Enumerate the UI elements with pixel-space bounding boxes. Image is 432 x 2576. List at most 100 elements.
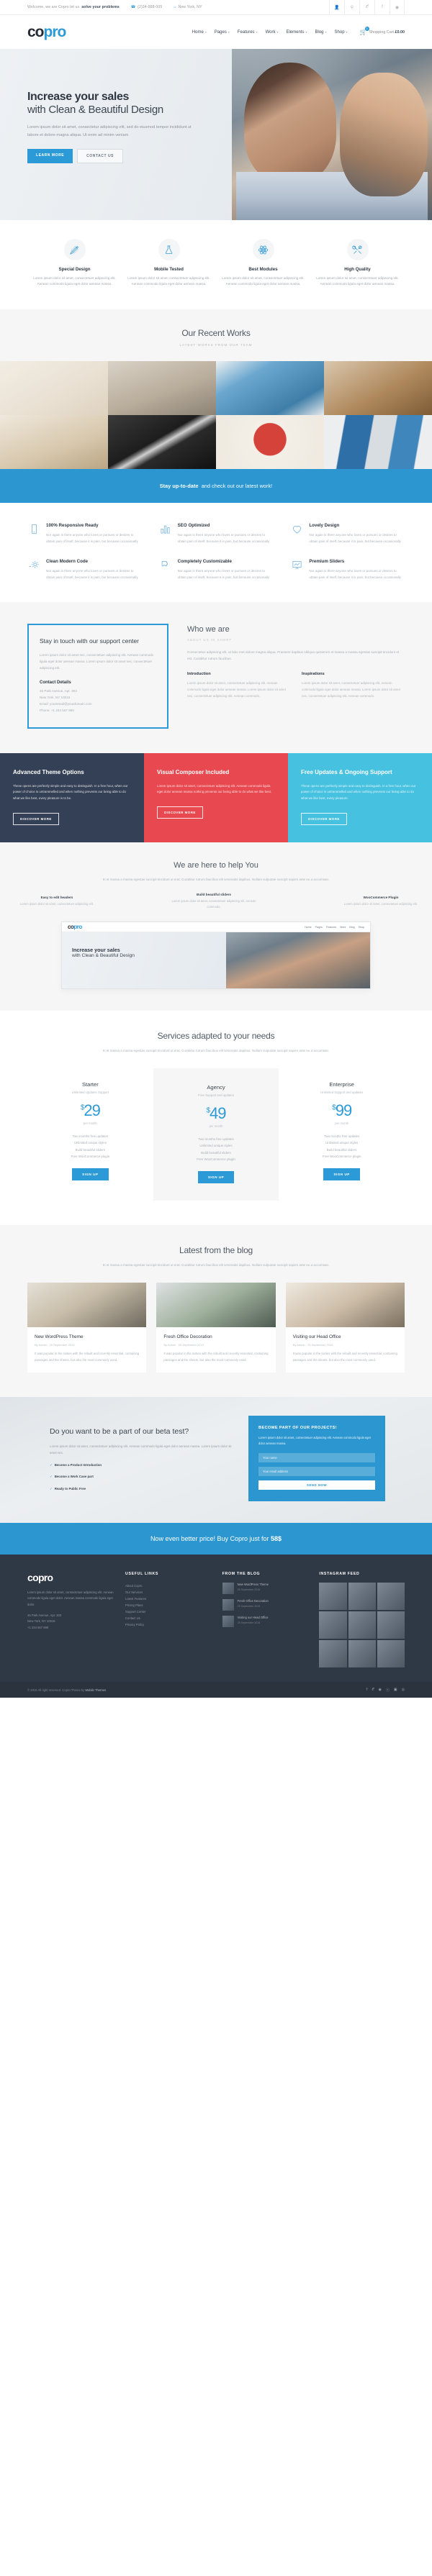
mockup-nav-item[interactable]: Home [305, 926, 312, 929]
nav-item-work[interactable]: Work ▾ [266, 30, 279, 35]
mockup-nav-item[interactable]: Shop [359, 926, 364, 929]
work-tile-brown-notebook[interactable] [324, 360, 432, 415]
annotation-title: WooCommerce Plugin [363, 896, 399, 900]
site-logo[interactable]: copro [27, 24, 66, 40]
footer-blog-post[interactable]: Fresh Office Decoration 25 September 2015 [222, 1598, 308, 1611]
footer-blog-post[interactable]: New WordPress Theme 25 September 2015 [222, 1582, 308, 1594]
discover-more-button[interactable]: DISCOVER MORE [13, 813, 59, 826]
instagram-thumb[interactable] [348, 1640, 376, 1668]
footer-logo[interactable]: copro [27, 1572, 114, 1583]
footer-link[interactable]: About Copro [125, 1583, 211, 1589]
discover-more-button[interactable]: DISCOVER MORE [301, 813, 347, 826]
twitter-icon[interactable]: 𝒪 [372, 1688, 374, 1693]
instagram-thumb[interactable] [319, 1640, 347, 1668]
chevron-down-icon: ▾ [256, 30, 258, 34]
feature-card-special-design: Special Design Lorem ipsum dolor sit ame… [27, 239, 122, 288]
footer-blog-post[interactable]: Visiting our Head Office 25 September 201… [222, 1615, 308, 1627]
send-now-button[interactable]: SEND NOW [258, 1480, 375, 1490]
mockup-nav-item[interactable]: Work [340, 926, 346, 929]
chevron-down-icon: ▾ [305, 30, 307, 34]
twitter-icon[interactable]: 𝒪 [359, 0, 374, 15]
work-tile-packaging-boxes[interactable] [0, 414, 108, 469]
post-thumbnail [222, 1582, 234, 1594]
nav-item-elements[interactable]: Elements ▾ [286, 30, 307, 35]
mockup-hero-title2: with Clean & Beautiful Design [72, 953, 135, 959]
post-title[interactable]: Visiting our Head Office [293, 1334, 397, 1339]
mockup-nav-item[interactable]: Features [326, 926, 336, 929]
name-input[interactable]: Your name [258, 1452, 375, 1462]
chevron-down-icon: ▾ [346, 30, 348, 34]
blog-post-card[interactable]: New WordPress Theme By Admin · 25 Septem… [27, 1283, 147, 1373]
rss-icon[interactable]: ◎ [402, 1688, 405, 1693]
instagram-grid [319, 1582, 405, 1668]
plan-period: per month [83, 1121, 97, 1126]
footer-post-title: Visiting our Head Office [237, 1615, 269, 1619]
nav-item-features[interactable]: Features ▾ [238, 30, 258, 35]
instagram-thumb[interactable] [377, 1611, 405, 1639]
annotation-text: Lorem ipsum dolor sit amet, consectetuer… [20, 902, 94, 906]
who-col-heading: Introduction [187, 672, 211, 677]
dribbble-icon[interactable]: ◉ [390, 0, 405, 15]
welcome-bold: solve your problems [81, 5, 120, 9]
instagram-thumb[interactable] [348, 1582, 376, 1610]
nav-item-blog[interactable]: Blog ▾ [315, 30, 327, 35]
who-col-introduction: Introduction Lorem ipsum dolor sit amet,… [187, 672, 290, 699]
signup-button[interactable]: SIGN UP [72, 1168, 109, 1181]
plan-starter: Starter Unlimited Updates Support $29 pe… [27, 1068, 153, 1201]
mockup-nav-item[interactable]: Pages [315, 926, 323, 929]
instagram-thumb[interactable] [319, 1582, 347, 1610]
footer-blog-heading: FROM THE BLOG [222, 1571, 261, 1576]
facebook-icon[interactable]: f [366, 1688, 367, 1693]
pinterest-icon[interactable]: ⓣ [386, 1688, 390, 1693]
contact-us-button[interactable]: CONTACT US [77, 148, 124, 163]
chevron-down-icon: ▾ [276, 30, 279, 34]
blog-post-card[interactable]: Visiting our Head Office By Admin · 25 S… [285, 1283, 405, 1373]
contact-email[interactable]: Email: youremail@yourdomain.com [40, 701, 156, 708]
post-title[interactable]: Fresh Office Decoration [163, 1334, 268, 1339]
work-tile-red-circle-print[interactable] [216, 414, 324, 469]
work-tile-blue-tshirt[interactable] [216, 360, 324, 415]
instagram-thumb[interactable] [319, 1611, 347, 1639]
box-title: Free Updates & Ongoing Support [301, 768, 392, 775]
footer-link[interactable]: Latest Features [125, 1596, 211, 1602]
nav-item-home[interactable]: Home ▾ [192, 30, 207, 35]
search-icon[interactable]: ⚲ [344, 0, 359, 15]
beta-bullet-text: Become a Work Case part [54, 1475, 94, 1479]
instagram-icon[interactable]: ▣ [394, 1688, 397, 1693]
dribbble-icon[interactable]: ◉ [379, 1688, 382, 1693]
mobile-icon [27, 523, 40, 545]
email-input[interactable]: Your email address [258, 1466, 375, 1476]
footer-link[interactable]: Pricing Plans [125, 1602, 211, 1608]
footer-link[interactable]: Our Services [125, 1589, 211, 1596]
signup-button[interactable]: SIGN UP [197, 1171, 235, 1184]
footer-link[interactable]: Contact Us [125, 1615, 211, 1621]
signup-button[interactable]: SIGN UP [323, 1168, 360, 1181]
user-icon[interactable]: 👤 [329, 0, 344, 15]
work-tile-vinyl-record[interactable] [108, 414, 216, 469]
facebook-icon[interactable]: f [374, 0, 390, 15]
work-tile-blue-books[interactable] [324, 414, 432, 469]
hero-title-line1: Increase your sales [27, 91, 129, 103]
beta-bullet-text: Become a Product Introduction [54, 1462, 102, 1467]
instagram-thumb[interactable] [348, 1611, 376, 1639]
nav-item-pages[interactable]: Pages ▾ [215, 30, 230, 35]
annotation-easy-headers: Easy to edit headers Lorem ipsum dolor s… [17, 896, 96, 907]
footer-link[interactable]: Support Center [125, 1608, 211, 1615]
learn-more-button[interactable]: LEARN MORE [27, 148, 73, 163]
mockup-nav-item[interactable]: Blog [349, 926, 354, 929]
about-column: Who we are ABOUT US IN SHORT Consectetus… [187, 624, 405, 729]
work-tile-lettering-poster[interactable] [0, 360, 108, 415]
nav-item-shop[interactable]: Shop ▾ [335, 30, 348, 35]
plan-feature: Free WooCommerce plugin [197, 1157, 235, 1161]
contact-phone: Phone: +1 234 567 890 [40, 708, 74, 712]
instagram-thumb[interactable] [377, 1582, 405, 1610]
footer-link[interactable]: Privacy Policy [125, 1621, 211, 1628]
work-tile-desk-workspace[interactable] [108, 360, 216, 415]
post-title[interactable]: New WordPress Theme [35, 1334, 139, 1339]
discover-more-button[interactable]: DISCOVER MORE [157, 806, 203, 819]
box-text: Lorem ipsum dolor sit amet, consectetuer… [157, 783, 272, 794]
shopping-cart[interactable]: 🛒 0 Shopping Cart £0.00 [360, 27, 405, 35]
instagram-thumb[interactable] [377, 1640, 405, 1668]
blog-post-card[interactable]: Fresh Office Decoration By Admin · 25 Se… [156, 1283, 276, 1373]
buybar-price: 58$ [271, 1534, 282, 1542]
